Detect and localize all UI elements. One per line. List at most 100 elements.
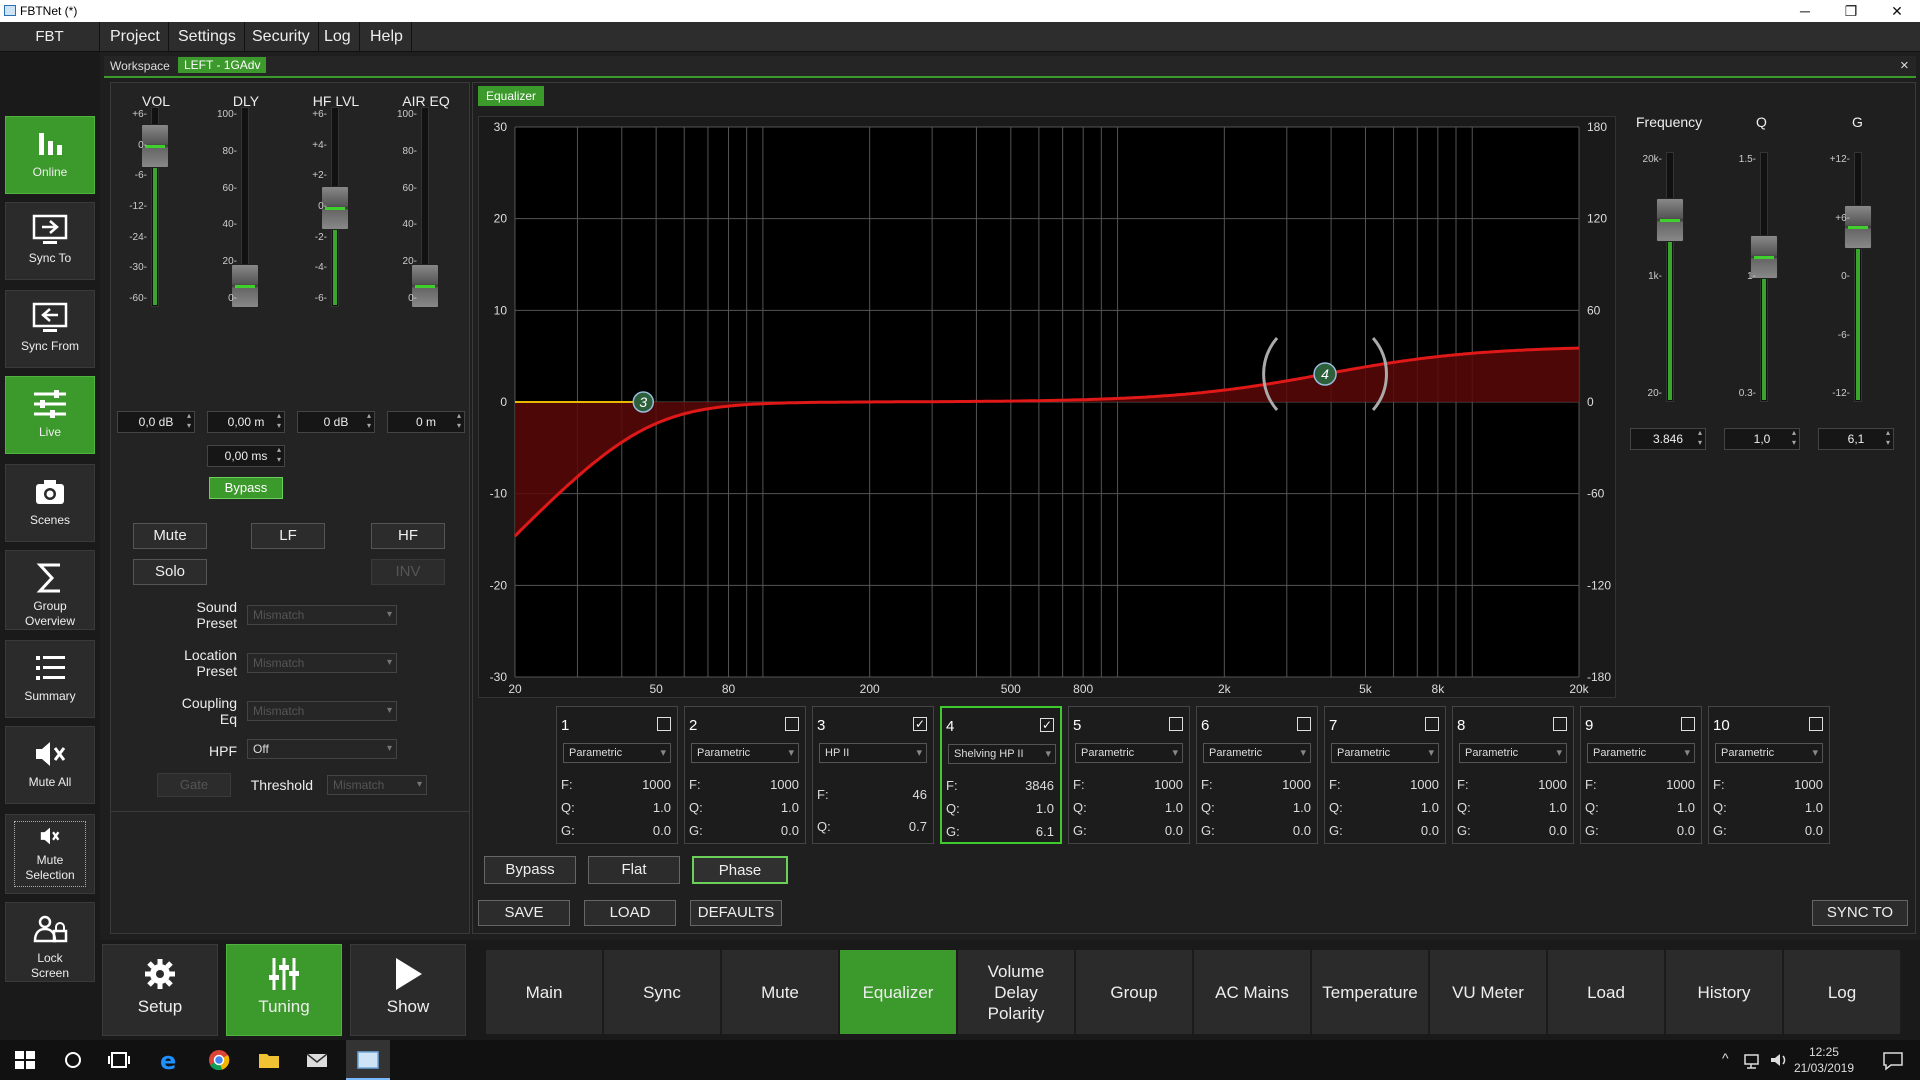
- menu-security[interactable]: Security: [244, 22, 319, 52]
- tab-vu-meter[interactable]: VU Meter: [1430, 950, 1547, 1034]
- tab-ac-mains[interactable]: AC Mains: [1194, 950, 1311, 1034]
- sidebar-sync-from-button[interactable]: Sync From: [5, 290, 95, 368]
- menu-settings[interactable]: Settings: [170, 22, 245, 52]
- location-preset-select[interactable]: Mismatch: [247, 653, 397, 673]
- load-button[interactable]: LOAD: [584, 900, 676, 926]
- band-f-value[interactable]: 1000: [1794, 777, 1823, 792]
- band-type-select[interactable]: Parametric: [1075, 743, 1183, 763]
- band-card-9[interactable]: 9 Parametric F: 1000 Q: 1.0 G: 0.0: [1580, 706, 1702, 844]
- band-card-1[interactable]: 1 Parametric F: 1000 Q: 1.0 G: 0.0: [556, 706, 678, 844]
- tab-load[interactable]: Load: [1548, 950, 1665, 1034]
- tab-volume-delay-polarity[interactable]: Volume Delay Polarity: [958, 950, 1075, 1034]
- show-button[interactable]: Show: [350, 944, 466, 1036]
- band-type-select[interactable]: Parametric: [1459, 743, 1567, 763]
- band-card-10[interactable]: 10 Parametric F: 1000 Q: 1.0 G: 0.0: [1708, 706, 1830, 844]
- mail-icon[interactable]: [304, 1048, 330, 1072]
- band-f-value[interactable]: 1000: [1666, 777, 1695, 792]
- threshold-select[interactable]: Mismatch: [327, 775, 427, 795]
- band-enable-checkbox[interactable]: [785, 717, 799, 731]
- band-enable-checkbox[interactable]: ✓: [913, 717, 927, 731]
- notifications-icon[interactable]: [1880, 1048, 1906, 1072]
- band-f-value[interactable]: 1000: [642, 777, 671, 792]
- band-q-value[interactable]: 1.0: [781, 800, 799, 815]
- band-enable-checkbox[interactable]: ✓: [1040, 718, 1054, 732]
- mute-button[interactable]: Mute: [133, 523, 207, 549]
- sidebar-group-overview-button[interactable]: Group Overview: [5, 550, 95, 630]
- vol-fader-track[interactable]: [141, 107, 169, 307]
- save-button[interactable]: SAVE: [478, 900, 570, 926]
- close-button[interactable]: ✕: [1874, 0, 1920, 22]
- band-card-2[interactable]: 2 Parametric F: 1000 Q: 1.0 G: 0.0: [684, 706, 806, 844]
- solo-button[interactable]: Solo: [133, 559, 207, 585]
- tab-group[interactable]: Group: [1076, 950, 1193, 1034]
- band-type-select[interactable]: Parametric: [1715, 743, 1823, 763]
- band-type-select[interactable]: Parametric: [1203, 743, 1311, 763]
- tab-temperature[interactable]: Temperature: [1312, 950, 1429, 1034]
- band-g-value[interactable]: 0.0: [1677, 823, 1695, 838]
- band-q-value[interactable]: 1.0: [653, 800, 671, 815]
- task-view-icon[interactable]: [106, 1048, 132, 1072]
- sidebar-live-button[interactable]: Live: [5, 376, 95, 454]
- tab-log[interactable]: Log: [1784, 950, 1901, 1034]
- band-enable-checkbox[interactable]: [1169, 717, 1183, 731]
- hf-button[interactable]: HF: [371, 523, 445, 549]
- dly-value-input[interactable]: 0,00 m: [207, 411, 285, 433]
- band-g-value[interactable]: 0.0: [781, 823, 799, 838]
- band-f-value[interactable]: 3846: [1025, 778, 1054, 793]
- hpf-select[interactable]: Off: [247, 739, 397, 759]
- tab-main[interactable]: Main: [486, 950, 603, 1034]
- band-q-value[interactable]: 0.7: [909, 819, 927, 834]
- tray-chevron-icon[interactable]: ^: [1722, 1050, 1729, 1066]
- eq-flat-button[interactable]: Flat: [588, 856, 680, 884]
- band-enable-checkbox[interactable]: [1297, 717, 1311, 731]
- minimize-button[interactable]: ─: [1782, 0, 1828, 22]
- inv-button[interactable]: INV: [371, 559, 445, 585]
- band-card-8[interactable]: 8 Parametric F: 1000 Q: 1.0 G: 0.0: [1452, 706, 1574, 844]
- tab-sync[interactable]: Sync: [604, 950, 721, 1034]
- menu-project[interactable]: Project: [102, 22, 169, 52]
- band-enable-checkbox[interactable]: [657, 717, 671, 731]
- search-icon[interactable]: [60, 1048, 86, 1072]
- band-q-value[interactable]: 1.0: [1677, 800, 1695, 815]
- band-f-value[interactable]: 1000: [1410, 777, 1439, 792]
- defaults-button[interactable]: DEFAULTS: [690, 900, 782, 926]
- network-icon[interactable]: [1742, 1048, 1764, 1072]
- coupling-eq-select[interactable]: Mismatch: [247, 701, 397, 721]
- air-eq-fader-track[interactable]: [411, 107, 439, 308]
- delay-bypass-button[interactable]: Bypass: [209, 477, 283, 499]
- band-card-7[interactable]: 7 Parametric F: 1000 Q: 1.0 G: 0.0: [1324, 706, 1446, 844]
- band-g-value[interactable]: 0.0: [1549, 823, 1567, 838]
- dly-fader-track[interactable]: [231, 107, 259, 308]
- band-enable-checkbox[interactable]: [1553, 717, 1567, 731]
- band-card-4[interactable]: 4 ✓ Shelving HP II F: 3846 Q: 1.0 G: 6.1: [940, 706, 1062, 844]
- band-card-5[interactable]: 5 Parametric F: 1000 Q: 1.0 G: 0.0: [1068, 706, 1190, 844]
- tuning-button[interactable]: Tuning: [226, 944, 342, 1036]
- g-fader-knob[interactable]: [1844, 204, 1872, 249]
- workspace-tab[interactable]: LEFT - 1GAdv: [178, 57, 267, 73]
- menu-help[interactable]: Help: [362, 22, 412, 52]
- eq-phase-button[interactable]: Phase: [692, 856, 788, 884]
- eq-bypass-button[interactable]: Bypass: [484, 856, 576, 884]
- band-f-value[interactable]: 46: [913, 787, 927, 802]
- band-type-select[interactable]: Parametric: [563, 743, 671, 763]
- band-g-value[interactable]: 0.0: [1293, 823, 1311, 838]
- taskbar-clock[interactable]: 12:25 21/03/2019: [1794, 1044, 1854, 1076]
- band-g-value[interactable]: 0.0: [1165, 823, 1183, 838]
- band-g-value[interactable]: 0.0: [1805, 823, 1823, 838]
- sidebar-online-button[interactable]: Online: [5, 116, 95, 194]
- band-g-value[interactable]: 0.0: [1421, 823, 1439, 838]
- band-q-value[interactable]: 1.0: [1293, 800, 1311, 815]
- sidebar-sync-to-button[interactable]: Sync To: [5, 202, 95, 280]
- sync-to-button[interactable]: SYNC TO: [1812, 900, 1908, 926]
- sidebar-scenes-button[interactable]: Scenes: [5, 464, 95, 542]
- g-fader-track[interactable]: [1844, 152, 1872, 402]
- gate-button[interactable]: Gate: [157, 773, 231, 797]
- restore-button[interactable]: ❐: [1828, 0, 1874, 22]
- band-card-3[interactable]: 3 ✓ HP II F: 46 Q: 0.7: [812, 706, 934, 844]
- windows-start-icon[interactable]: [12, 1048, 38, 1072]
- frequency-fader-knob[interactable]: [1656, 198, 1684, 243]
- q-fader-track[interactable]: [1750, 152, 1778, 402]
- band-q-value[interactable]: 1.0: [1421, 800, 1439, 815]
- band-g-value[interactable]: 0.0: [653, 823, 671, 838]
- band-f-value[interactable]: 1000: [1154, 777, 1183, 792]
